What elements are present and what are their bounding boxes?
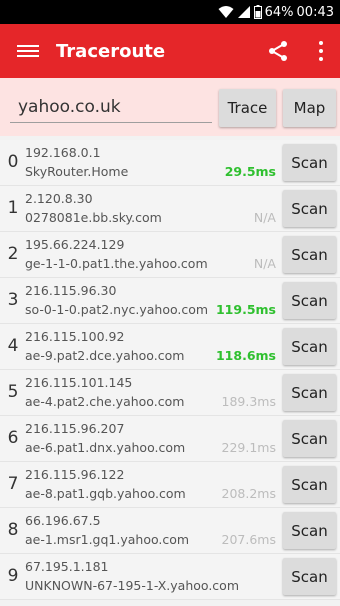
hop-host: SkyRouter.Home xyxy=(25,164,129,179)
hop-ip: 216.115.100.92 xyxy=(25,329,125,344)
scan-button[interactable]: Scan xyxy=(283,190,336,227)
menu-icon[interactable] xyxy=(17,43,39,59)
hop-row: 6 216.115.96.207 ae-6.pat1.dnx.yahoo.com… xyxy=(0,416,340,462)
hop-time: N/A xyxy=(253,210,276,225)
hop-row: 4 216.115.100.92 ae-9.pat2.dce.yahoo.com… xyxy=(0,324,340,370)
map-button[interactable]: Map xyxy=(283,89,336,127)
scan-button[interactable]: Scan xyxy=(283,144,336,181)
hop-host: so-0-1-0.pat2.nyc.yahoo.com xyxy=(25,302,209,317)
hop-row: 8 66.196.67.5 ae-1.msr1.gq1.yahoo.com 20… xyxy=(0,508,340,554)
host-input[interactable] xyxy=(10,91,212,123)
scan-button[interactable]: Scan xyxy=(283,512,336,549)
hop-row: 2 195.66.224.129 ge-1-1-0.pat1.the.yahoo… xyxy=(0,232,340,278)
hop-index: 9 xyxy=(7,566,19,586)
wifi-icon xyxy=(218,6,234,18)
hop-time: 119.5ms xyxy=(215,302,276,317)
hop-time: 29.5ms xyxy=(224,164,276,179)
hop-ip: 216.115.101.145 xyxy=(25,375,133,390)
hop-host: ge-1-1-0.pat1.the.yahoo.com xyxy=(25,256,208,271)
app-bar: Traceroute xyxy=(0,24,340,78)
hop-index: 3 xyxy=(7,290,19,310)
hop-row: 0 192.168.0.1 SkyRouter.Home 29.5ms Scan xyxy=(0,140,340,186)
hop-index: 7 xyxy=(7,474,19,494)
clock: 00:43 xyxy=(296,4,334,20)
hop-time: 208.2ms xyxy=(221,486,276,501)
share-icon[interactable] xyxy=(266,39,290,63)
hop-index: 5 xyxy=(7,382,19,402)
hop-row: 1 2.120.8.30 0278081e.bb.sky.com N/A Sca… xyxy=(0,186,340,232)
hop-time: 118.6ms xyxy=(215,348,276,363)
signal-icon xyxy=(237,6,250,18)
hop-index: 6 xyxy=(7,428,19,448)
app-title: Traceroute xyxy=(56,40,166,62)
hop-index: 1 xyxy=(7,198,19,218)
scan-button[interactable]: Scan xyxy=(283,282,336,319)
hop-ip: 216.115.96.122 xyxy=(25,467,125,482)
hop-time: 189.3ms xyxy=(221,394,276,409)
hop-host: ae-4.pat2.che.yahoo.com xyxy=(25,394,185,409)
hop-ip: 67.195.1.181 xyxy=(25,559,109,574)
hop-ip: 192.168.0.1 xyxy=(25,145,101,160)
hop-ip: 195.66.224.129 xyxy=(25,237,125,252)
hop-host: ae-8.pat1.gqb.yahoo.com xyxy=(25,486,186,501)
hop-host: ae-1.msr1.gq1.yahoo.com xyxy=(25,532,190,547)
hop-row: 7 216.115.96.122 ae-8.pat1.gqb.yahoo.com… xyxy=(0,462,340,508)
hop-index: 2 xyxy=(7,244,19,264)
trace-button[interactable]: Trace xyxy=(219,89,276,127)
hop-host: 0278081e.bb.sky.com xyxy=(25,210,162,225)
hop-time: 229.1ms xyxy=(221,440,276,455)
scan-button[interactable]: Scan xyxy=(283,466,336,503)
hop-host: ae-9.pat2.dce.yahoo.com xyxy=(25,348,185,363)
more-options-icon[interactable] xyxy=(318,41,324,61)
scan-button[interactable]: Scan xyxy=(283,328,336,365)
scan-button[interactable]: Scan xyxy=(283,558,336,595)
hop-index: 4 xyxy=(7,336,19,356)
hop-time: 207.6ms xyxy=(221,532,276,547)
scan-button[interactable]: Scan xyxy=(283,236,336,273)
scan-button[interactable]: Scan xyxy=(283,420,336,457)
hop-row: 3 216.115.96.30 so-0-1-0.pat2.nyc.yahoo.… xyxy=(0,278,340,324)
hop-ip: 66.196.67.5 xyxy=(25,513,101,528)
scan-button[interactable]: Scan xyxy=(283,374,336,411)
hop-index: 0 xyxy=(7,152,19,172)
battery-icon xyxy=(253,5,262,19)
status-bar: 64% 00:43 xyxy=(0,0,340,24)
hop-list: 0 192.168.0.1 SkyRouter.Home 29.5ms Scan… xyxy=(0,140,340,600)
hop-row: 5 216.115.101.145 ae-4.pat2.che.yahoo.co… xyxy=(0,370,340,416)
battery-percent: 64% xyxy=(264,4,294,20)
hop-row: 9 67.195.1.181 UNKNOWN-67-195-1-X.yahoo.… xyxy=(0,554,340,600)
hop-ip: 216.115.96.30 xyxy=(25,283,117,298)
hop-ip: 2.120.8.30 xyxy=(25,191,93,206)
hop-host: UNKNOWN-67-195-1-X.yahoo.com xyxy=(25,578,239,593)
hop-host: ae-6.pat1.dnx.yahoo.com xyxy=(25,440,186,455)
hop-index: 8 xyxy=(7,520,19,540)
hop-ip: 216.115.96.207 xyxy=(25,421,125,436)
hop-time: N/A xyxy=(253,256,276,271)
